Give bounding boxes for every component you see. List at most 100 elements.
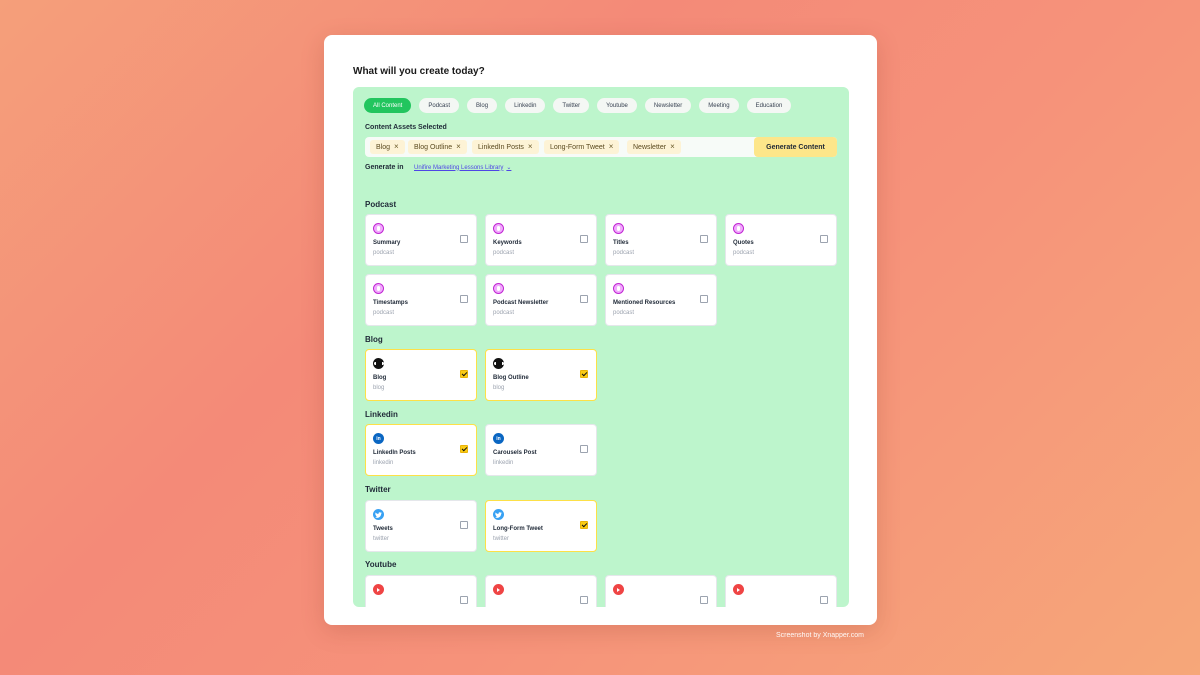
card-youtube-3[interactable] xyxy=(605,575,717,607)
checkbox[interactable] xyxy=(460,445,468,453)
card-title: Summary xyxy=(373,240,401,246)
section-title-youtube: Youtube xyxy=(365,560,397,569)
card-youtube-2[interactable] xyxy=(485,575,597,607)
checkbox[interactable] xyxy=(580,521,588,529)
library-dropdown[interactable]: Unifire Marketing Lessons Library ⌄ xyxy=(414,164,512,172)
asset-tag-newsletter: Newsletter × xyxy=(627,140,681,154)
chevron-down-icon: ⌄ xyxy=(506,165,512,171)
generate-in-label: Generate in xyxy=(365,164,404,171)
card-category: podcast xyxy=(493,310,515,316)
card-category: twitter xyxy=(493,536,510,542)
card-summary[interactable]: Summary podcast xyxy=(365,214,477,266)
remove-icon[interactable]: × xyxy=(670,143,675,151)
page-title: What will you create today? xyxy=(353,66,485,77)
card-title: Podcast Newsletter xyxy=(493,300,549,306)
youtube-icon xyxy=(613,584,624,595)
assets-selected-label: Content Assets Selected xyxy=(365,124,447,131)
remove-icon[interactable]: × xyxy=(609,143,614,151)
checkbox[interactable] xyxy=(580,235,588,243)
card-title: Timestamps xyxy=(373,300,408,306)
checkbox[interactable] xyxy=(580,596,588,604)
card-mentioned-resources[interactable]: Mentioned Resources podcast xyxy=(605,274,717,326)
twitter-icon xyxy=(493,509,504,520)
card-category: blog xyxy=(493,385,505,391)
filter-newsletter[interactable]: Newsletter xyxy=(644,98,692,113)
card-title: Tweets xyxy=(373,526,393,532)
asset-tag-label: Newsletter xyxy=(633,143,667,151)
card-keywords[interactable]: Keywords podcast xyxy=(485,214,597,266)
card-category: podcast xyxy=(493,250,515,256)
checkbox[interactable] xyxy=(460,235,468,243)
card-podcast-newsletter[interactable]: Podcast Newsletter podcast xyxy=(485,274,597,326)
card-title: Titles xyxy=(613,240,629,246)
asset-tag-blog: Blog × xyxy=(370,140,405,154)
content-panel: All Content Podcast Blog Linkedin Twitte… xyxy=(353,87,849,607)
checkbox[interactable] xyxy=(460,521,468,529)
checkbox[interactable] xyxy=(580,295,588,303)
checkbox[interactable] xyxy=(460,596,468,604)
generate-content-button[interactable]: Generate Content xyxy=(754,137,837,157)
filter-blog[interactable]: Blog xyxy=(467,98,498,113)
filter-education[interactable]: Education xyxy=(746,98,792,113)
checkbox[interactable] xyxy=(580,370,588,378)
app-window: What will you create today? All Content … xyxy=(324,35,877,625)
card-tweets[interactable]: Tweets twitter xyxy=(365,500,477,552)
card-title: Mentioned Resources xyxy=(613,300,676,306)
watermark: Screenshot by Xnapper.com xyxy=(776,632,864,639)
card-title: Blog xyxy=(373,375,387,381)
card-timestamps[interactable]: Timestamps podcast xyxy=(365,274,477,326)
checkbox[interactable] xyxy=(460,370,468,378)
medium-icon xyxy=(373,358,384,369)
checkbox[interactable] xyxy=(820,596,828,604)
card-blog[interactable]: Blog blog xyxy=(365,349,477,401)
card-title: Keywords xyxy=(493,240,522,246)
podcast-icon xyxy=(373,223,384,234)
filter-linkedin[interactable]: Linkedin xyxy=(505,98,546,113)
asset-tag-blog-outline: Blog Outline × xyxy=(408,140,467,154)
podcast-icon xyxy=(613,223,624,234)
card-linkedin-posts[interactable]: in LinkedIn Posts linkedin xyxy=(365,424,477,476)
filter-podcast[interactable]: Podcast xyxy=(419,98,460,113)
card-category: twitter xyxy=(373,536,390,542)
medium-icon xyxy=(493,358,504,369)
checkbox[interactable] xyxy=(700,295,708,303)
asset-tag-label: Blog Outline xyxy=(414,143,453,151)
asset-tag-long-form-tweet: Long-Form Tweet × xyxy=(544,140,620,154)
card-youtube-1[interactable] xyxy=(365,575,477,607)
youtube-icon xyxy=(493,584,504,595)
remove-icon[interactable]: × xyxy=(528,143,533,151)
checkbox[interactable] xyxy=(820,235,828,243)
card-blog-outline[interactable]: Blog Outline blog xyxy=(485,349,597,401)
remove-icon[interactable]: × xyxy=(456,143,461,151)
checkbox[interactable] xyxy=(460,295,468,303)
section-title-podcast: Podcast xyxy=(365,200,397,209)
filter-all-content[interactable]: All Content xyxy=(364,98,412,113)
card-category: linkedin xyxy=(373,460,394,466)
remove-icon[interactable]: × xyxy=(394,143,399,151)
section-title-twitter: Twitter xyxy=(365,485,391,494)
checkbox[interactable] xyxy=(580,445,588,453)
card-category: podcast xyxy=(613,310,635,316)
card-titles[interactable]: Titles podcast xyxy=(605,214,717,266)
card-category: podcast xyxy=(373,310,395,316)
podcast-icon xyxy=(613,283,624,294)
asset-tag-linkedin-posts: LinkedIn Posts × xyxy=(472,140,539,154)
linkedin-icon: in xyxy=(493,433,504,444)
card-category: podcast xyxy=(613,250,635,256)
youtube-icon xyxy=(373,584,384,595)
checkbox[interactable] xyxy=(700,235,708,243)
twitter-icon xyxy=(373,509,384,520)
card-youtube-4[interactable] xyxy=(725,575,837,607)
card-long-form-tweet[interactable]: Long-Form Tweet twitter xyxy=(485,500,597,552)
card-quotes[interactable]: Quotes podcast xyxy=(725,214,837,266)
filter-twitter[interactable]: Twitter xyxy=(553,98,590,113)
filter-meeting[interactable]: Meeting xyxy=(699,98,739,113)
card-carousels-post[interactable]: in Carousels Post linkedin xyxy=(485,424,597,476)
filter-chips: All Content Podcast Blog Linkedin Twitte… xyxy=(364,98,792,113)
asset-tag-label: Blog xyxy=(376,143,391,151)
selected-assets-bar: Blog × Blog Outline × LinkedIn Posts × L… xyxy=(365,137,837,157)
library-name: Unifire Marketing Lessons Library xyxy=(414,164,504,171)
podcast-icon xyxy=(373,283,384,294)
filter-youtube[interactable]: Youtube xyxy=(597,98,637,113)
checkbox[interactable] xyxy=(700,596,708,604)
